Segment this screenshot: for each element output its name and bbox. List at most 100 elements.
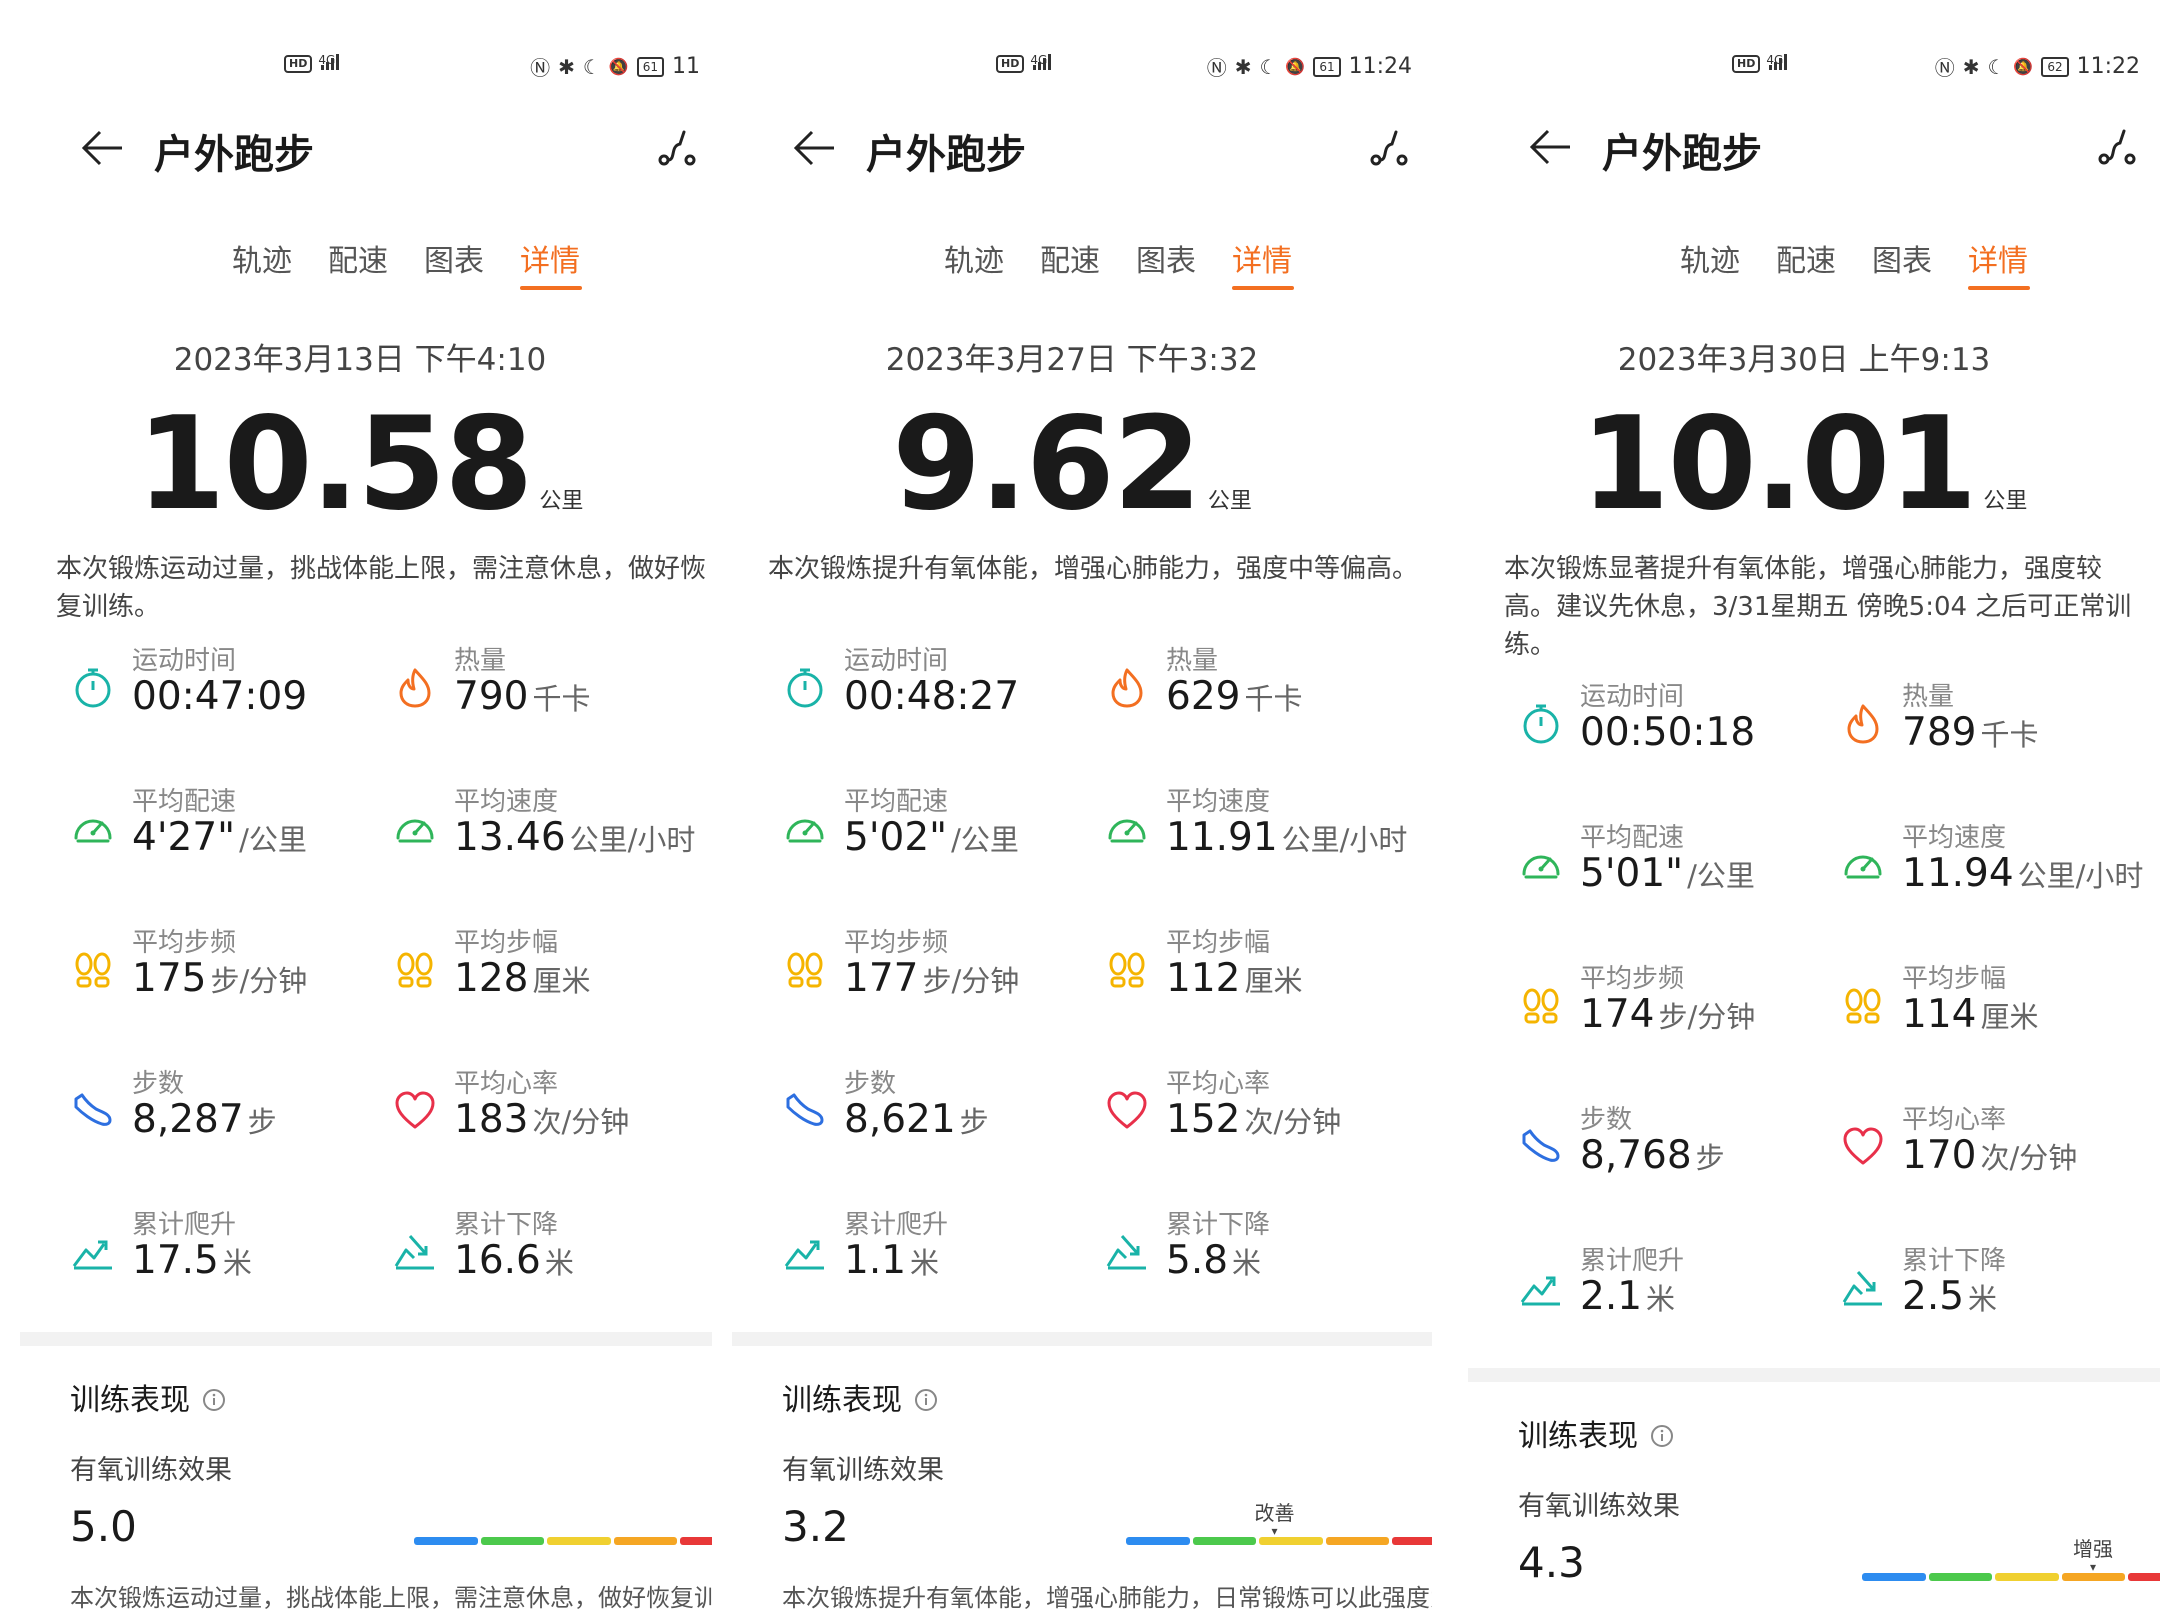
aerobic-effect-bar xyxy=(1126,1537,1432,1545)
metric-number: 11.94 xyxy=(1902,851,2014,896)
footprints-icon xyxy=(782,946,828,992)
metric-item: 累计下降 2.5 米 xyxy=(1840,1240,2160,1360)
effect-bar-segment xyxy=(1126,1537,1190,1545)
metric-unit: /公里 xyxy=(1687,859,1755,893)
tab-details[interactable]: 详情 xyxy=(1232,236,1292,280)
tab-details[interactable]: 详情 xyxy=(1968,236,2028,280)
metric-number: 13.46 xyxy=(454,815,566,860)
tab-track[interactable]: 轨迹 xyxy=(944,236,1004,280)
tab-pace[interactable]: 配速 xyxy=(328,236,388,280)
pace-gauge-icon xyxy=(782,805,828,851)
active-tab-indicator xyxy=(1232,286,1294,290)
route-icon[interactable] xyxy=(656,126,698,168)
metric-item: 平均心率 152 次/分钟 xyxy=(1104,1063,1424,1183)
stopwatch-icon xyxy=(70,664,116,710)
metric-item: 平均速度 13.46 公里/小时 xyxy=(392,781,712,901)
metric-unit: 厘米 xyxy=(532,964,591,998)
active-tab-indicator xyxy=(1968,286,2030,290)
tab-details[interactable]: 详情 xyxy=(520,236,580,280)
metric-label: 累计爬升 xyxy=(844,1210,949,1240)
tab-track[interactable]: 轨迹 xyxy=(232,236,292,280)
metric-item: 累计下降 16.6 米 xyxy=(392,1204,712,1324)
nfc-icon: Ⓝ xyxy=(1934,56,1955,80)
speed-gauge-icon xyxy=(1840,841,1886,887)
status-left: HD 4G xyxy=(1732,52,1791,76)
training-performance-title: 训练表现 xyxy=(782,1375,938,1419)
metric-value: 5'02"/公里 xyxy=(844,815,1019,860)
section-divider xyxy=(732,1332,1432,1346)
metric-value: 177 步/分钟 xyxy=(844,956,1019,1001)
aerobic-effect-description: 本次锻炼运动过量，挑战体能上限，需注意休息，做好恢复训 xyxy=(70,1584,718,1612)
footprints-icon xyxy=(392,946,438,992)
aerobic-effect-description: 本次锻炼提升有氧体能，增强心肺能力，日常锻炼可以此强度为 xyxy=(782,1584,1432,1612)
page-title: 户外跑步 xyxy=(154,132,314,178)
route-icon[interactable] xyxy=(1368,126,1410,168)
status-right: Ⓝ ✱ ☾ 🔕 61 11 xyxy=(530,52,700,81)
metric-item: 热量 789 千卡 xyxy=(1840,676,2160,796)
metric-value: 00:50:18 xyxy=(1580,710,1759,755)
metric-unit: 厘米 xyxy=(1244,964,1303,998)
metric-value: 8,768 步 xyxy=(1580,1133,1725,1178)
mute-icon: 🔕 xyxy=(2013,57,2034,76)
workout-summary: 本次锻炼提升有氧体能，增强心肺能力，强度中等偏高。 xyxy=(768,554,1419,584)
route-icon[interactable] xyxy=(2096,125,2138,167)
back-arrow-icon[interactable] xyxy=(1528,127,1574,167)
info-icon[interactable] xyxy=(914,1385,938,1411)
metric-number: 114 xyxy=(1902,992,1977,1037)
workout-summary: 本次锻炼显著提升有氧体能，增强心肺能力，强度较高。建议先休息，3/31星期五 傍… xyxy=(1504,554,2132,660)
info-icon[interactable] xyxy=(1650,1421,1674,1447)
tab-chart[interactable]: 图表 xyxy=(1136,236,1196,280)
metric-unit: 米 xyxy=(1646,1282,1676,1316)
metric-label: 累计下降 xyxy=(454,1210,559,1240)
metric-unit: 公里/小时 xyxy=(569,823,696,857)
metric-label: 热量 xyxy=(1902,682,1955,712)
nfc-icon: Ⓝ xyxy=(1206,56,1227,80)
training-performance-title: 训练表现 xyxy=(70,1375,226,1419)
workout-screen: HD 4G Ⓝ ✱ ☾ 🔕 62 11:22 户外跑步 轨迹 配速 图表 详情 2023年3月30日 上午… xyxy=(1448,0,2160,1620)
tab-pace[interactable]: 配速 xyxy=(1040,236,1100,280)
tab-bar: 轨迹 配速 图表 详情 xyxy=(712,236,1432,296)
metric-unit: 步/分钟 xyxy=(210,964,308,998)
metric-value: 17.5 米 xyxy=(132,1238,252,1283)
footprints-icon xyxy=(1104,946,1150,992)
metric-number: 8,621 xyxy=(844,1097,956,1142)
back-arrow-icon[interactable] xyxy=(80,128,126,168)
metric-unit: 厘米 xyxy=(1980,1000,2039,1034)
tab-chart[interactable]: 图表 xyxy=(1872,236,1932,280)
effect-bar-segment xyxy=(547,1537,611,1545)
shoe-icon xyxy=(782,1087,828,1133)
footprints-icon xyxy=(1840,982,1886,1028)
info-icon[interactable] xyxy=(202,1385,226,1411)
section-divider xyxy=(20,1332,720,1346)
metric-value: 00:47:09 xyxy=(132,674,311,719)
effect-bar-segment xyxy=(1995,1573,2059,1581)
aerobic-effect-bar xyxy=(414,1537,720,1545)
status-time: 11:24 xyxy=(1348,54,1412,79)
metric-label: 平均心率 xyxy=(1902,1105,2007,1135)
tab-track[interactable]: 轨迹 xyxy=(1680,236,1740,280)
flame-icon xyxy=(392,664,438,710)
tab-pace[interactable]: 配速 xyxy=(1776,236,1836,280)
mute-icon: 🔕 xyxy=(1285,57,1306,76)
tab-bar: 轨迹 配速 图表 详情 xyxy=(0,236,720,296)
metric-value: 00:48:27 xyxy=(844,674,1023,719)
metric-label: 平均步幅 xyxy=(454,928,559,958)
metric-item: 运动时间 00:50:18 xyxy=(1518,676,1838,796)
metric-unit: 米 xyxy=(222,1246,252,1280)
back-arrow-icon[interactable] xyxy=(792,128,838,168)
metric-value: 5'01"/公里 xyxy=(1580,851,1755,896)
moon-icon: ☾ xyxy=(1259,54,1278,79)
metric-label: 步数 xyxy=(1580,1105,1633,1135)
metric-label: 累计爬升 xyxy=(132,1210,237,1240)
tab-chart[interactable]: 图表 xyxy=(424,236,484,280)
workout-date: 2023年3月27日 下午3:32 xyxy=(885,342,1259,378)
metric-label: 平均心率 xyxy=(454,1069,559,1099)
metric-item: 累计爬升 17.5 米 xyxy=(70,1204,390,1324)
metric-number: 112 xyxy=(1166,956,1241,1001)
metric-label: 平均步幅 xyxy=(1902,964,2007,994)
aerobic-effect-title: 有氧训练效果 xyxy=(1518,1491,1680,1522)
battery-icon: 61 xyxy=(1313,56,1341,77)
aerobic-effect-value: 4.3 xyxy=(1518,1538,1585,1587)
aerobic-effect-value: 5.0 xyxy=(70,1502,137,1551)
metric-label: 平均步幅 xyxy=(1166,928,1271,958)
